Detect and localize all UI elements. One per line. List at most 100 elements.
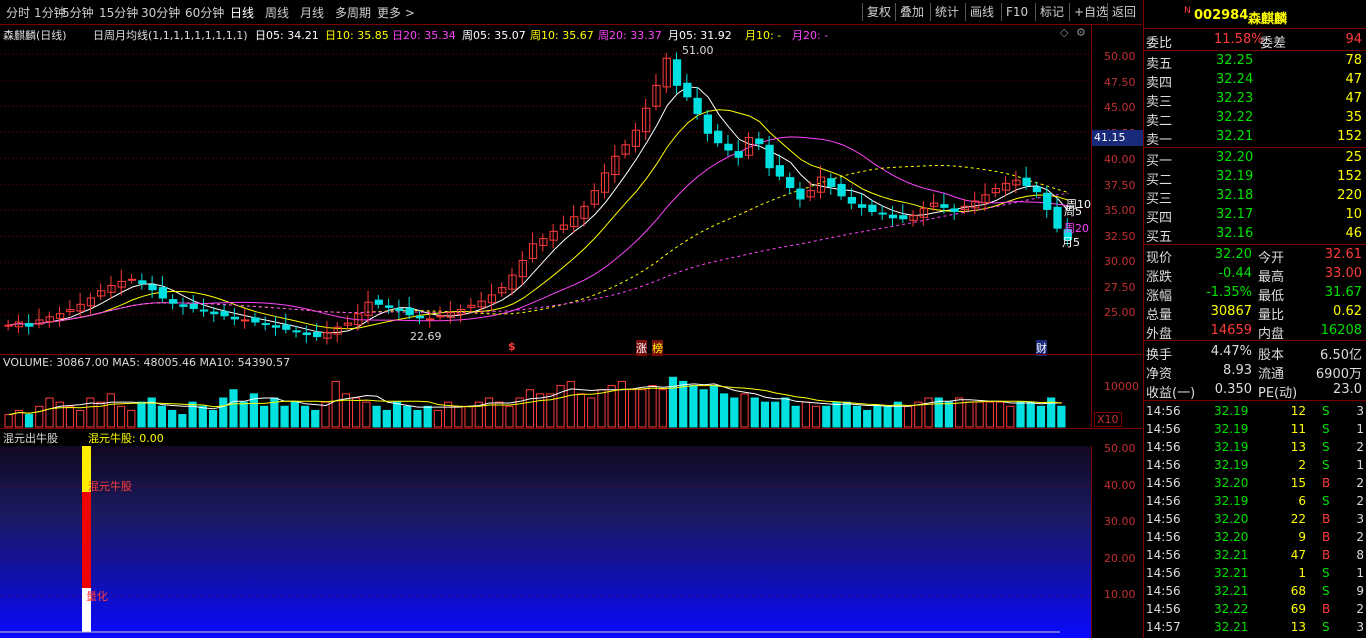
mark-button[interactable]: 标记 bbox=[1035, 3, 1068, 21]
tick-time: 14:56 bbox=[1146, 530, 1181, 544]
draw-button[interactable]: 画线 bbox=[965, 3, 998, 21]
candle-body bbox=[127, 278, 137, 281]
indicator-chart[interactable] bbox=[0, 446, 1091, 638]
candlestick bbox=[241, 308, 250, 329]
volume-chart[interactable] bbox=[0, 368, 1092, 428]
volume-bar bbox=[24, 414, 34, 428]
tick-row: 14:56 32.20 22 B 3 bbox=[1144, 511, 1366, 529]
event-marker-dollar[interactable]: $ bbox=[508, 340, 516, 353]
candle-body bbox=[857, 204, 867, 208]
tick-side: B bbox=[1322, 548, 1331, 562]
stat-row: 涨跌 -0.44 最高 33.00 bbox=[1144, 265, 1366, 285]
ask-row: 卖二 32.22 35 bbox=[1144, 109, 1366, 129]
stats-button[interactable]: 统计 bbox=[930, 3, 963, 21]
period-tab-daily[interactable]: 日线 bbox=[230, 4, 254, 21]
tick-price: 32.20 bbox=[1214, 476, 1249, 490]
tick-side: S bbox=[1322, 440, 1330, 454]
volume-bar bbox=[65, 405, 75, 428]
candlestick bbox=[179, 297, 188, 315]
volume-bar bbox=[1016, 401, 1025, 428]
tick-row: 14:56 32.22 69 B 2 bbox=[1144, 601, 1366, 619]
volume-bar bbox=[985, 401, 994, 428]
candle-body bbox=[806, 190, 815, 198]
back-button[interactable]: 返回 bbox=[1107, 3, 1140, 21]
tick-volume: 6 bbox=[1298, 494, 1306, 508]
fuquan-button[interactable]: 复权 bbox=[862, 3, 895, 21]
info-label: 净资 bbox=[1146, 367, 1173, 382]
candle-body bbox=[302, 332, 311, 336]
period-tab-fenshi[interactable]: 分时 bbox=[6, 4, 30, 21]
stat-value: 30867 bbox=[1210, 304, 1252, 319]
tick-time: 14:56 bbox=[1146, 458, 1181, 472]
f10-button[interactable]: F10 bbox=[1001, 3, 1032, 21]
period-tab-monthly[interactable]: 月线 bbox=[300, 4, 324, 21]
candle-body bbox=[672, 59, 682, 86]
volume-bar bbox=[965, 401, 974, 428]
overlay-button[interactable]: 叠加 bbox=[895, 3, 928, 21]
candlestick bbox=[714, 123, 723, 147]
candlestick bbox=[271, 316, 281, 336]
candlestick bbox=[86, 292, 96, 315]
candlestick bbox=[662, 53, 671, 94]
kline-chart[interactable] bbox=[0, 24, 1142, 354]
price-axis-label: 47.50 bbox=[1104, 76, 1136, 89]
volume-bar bbox=[260, 405, 269, 428]
bid-row: 买一 32.20 25 bbox=[1144, 149, 1366, 169]
stat-value: -1.35% bbox=[1206, 285, 1252, 300]
volume-bar bbox=[464, 405, 473, 428]
volume-bar bbox=[719, 393, 729, 428]
tick-row: 14:56 32.20 9 B 2 bbox=[1144, 529, 1366, 547]
volume-bar bbox=[331, 380, 340, 428]
candlestick bbox=[528, 232, 538, 263]
candlestick bbox=[498, 282, 507, 297]
period-tab-15min[interactable]: 15分钟 bbox=[99, 4, 138, 21]
candlestick bbox=[570, 205, 579, 233]
add-watchlist-button[interactable]: +自选 bbox=[1069, 3, 1112, 21]
period-tab-60min[interactable]: 60分钟 bbox=[185, 4, 224, 21]
ask-level-label: 卖一 bbox=[1146, 133, 1173, 148]
divider bbox=[1144, 147, 1366, 148]
candle-body bbox=[755, 138, 764, 145]
indicator-bar-red bbox=[82, 492, 91, 588]
tick-time: 14:56 bbox=[1146, 566, 1181, 580]
info-value: 6.50亿 bbox=[1320, 348, 1362, 363]
tick-count: 2 bbox=[1356, 476, 1364, 490]
indicator-axis-label: 10.00 bbox=[1104, 588, 1136, 601]
tick-time: 14:56 bbox=[1146, 494, 1181, 508]
candle-body bbox=[25, 323, 34, 327]
tick-price: 32.21 bbox=[1214, 584, 1249, 598]
candlestick bbox=[878, 205, 887, 220]
period-tab-more[interactable]: 更多 > bbox=[377, 4, 415, 21]
candlestick bbox=[899, 204, 908, 223]
candle-body bbox=[220, 311, 229, 317]
candlestick bbox=[631, 122, 641, 153]
tick-price: 32.19 bbox=[1214, 404, 1249, 418]
candle-body bbox=[230, 316, 240, 320]
period-tab-multi[interactable]: 多周期 bbox=[335, 4, 371, 21]
volume-bar bbox=[229, 389, 238, 428]
tick-side: B bbox=[1322, 476, 1331, 490]
tick-count: 8 bbox=[1356, 548, 1364, 562]
tick-volume: 1 bbox=[1298, 566, 1306, 580]
stat-row: 涨幅 -1.35% 最低 31.67 bbox=[1144, 284, 1366, 304]
volume-bar bbox=[86, 397, 95, 428]
volume-bar bbox=[45, 397, 54, 428]
period-tab-5min[interactable]: 5分钟 bbox=[62, 4, 94, 21]
volume-bar bbox=[300, 405, 310, 428]
candlestick bbox=[857, 193, 867, 216]
tick-time: 14:56 bbox=[1146, 512, 1181, 526]
tick-side: S bbox=[1322, 404, 1330, 418]
info-row: 换手 4.47% 股本 6.50亿 bbox=[1144, 343, 1366, 363]
candle-body bbox=[158, 287, 168, 299]
period-tab-30min[interactable]: 30分钟 bbox=[141, 4, 180, 21]
period-tab-1min[interactable]: 1分钟 bbox=[34, 4, 66, 21]
candlestick bbox=[796, 181, 805, 208]
ask-level-label: 卖三 bbox=[1146, 95, 1173, 110]
volume-bar bbox=[730, 397, 739, 428]
volume-bar bbox=[536, 393, 545, 428]
stat-value: 0.62 bbox=[1333, 304, 1362, 319]
period-tab-weekly[interactable]: 周线 bbox=[265, 4, 289, 21]
candlestick bbox=[436, 306, 445, 321]
tick-side: S bbox=[1322, 494, 1330, 508]
ask-price: 32.23 bbox=[1216, 91, 1254, 106]
